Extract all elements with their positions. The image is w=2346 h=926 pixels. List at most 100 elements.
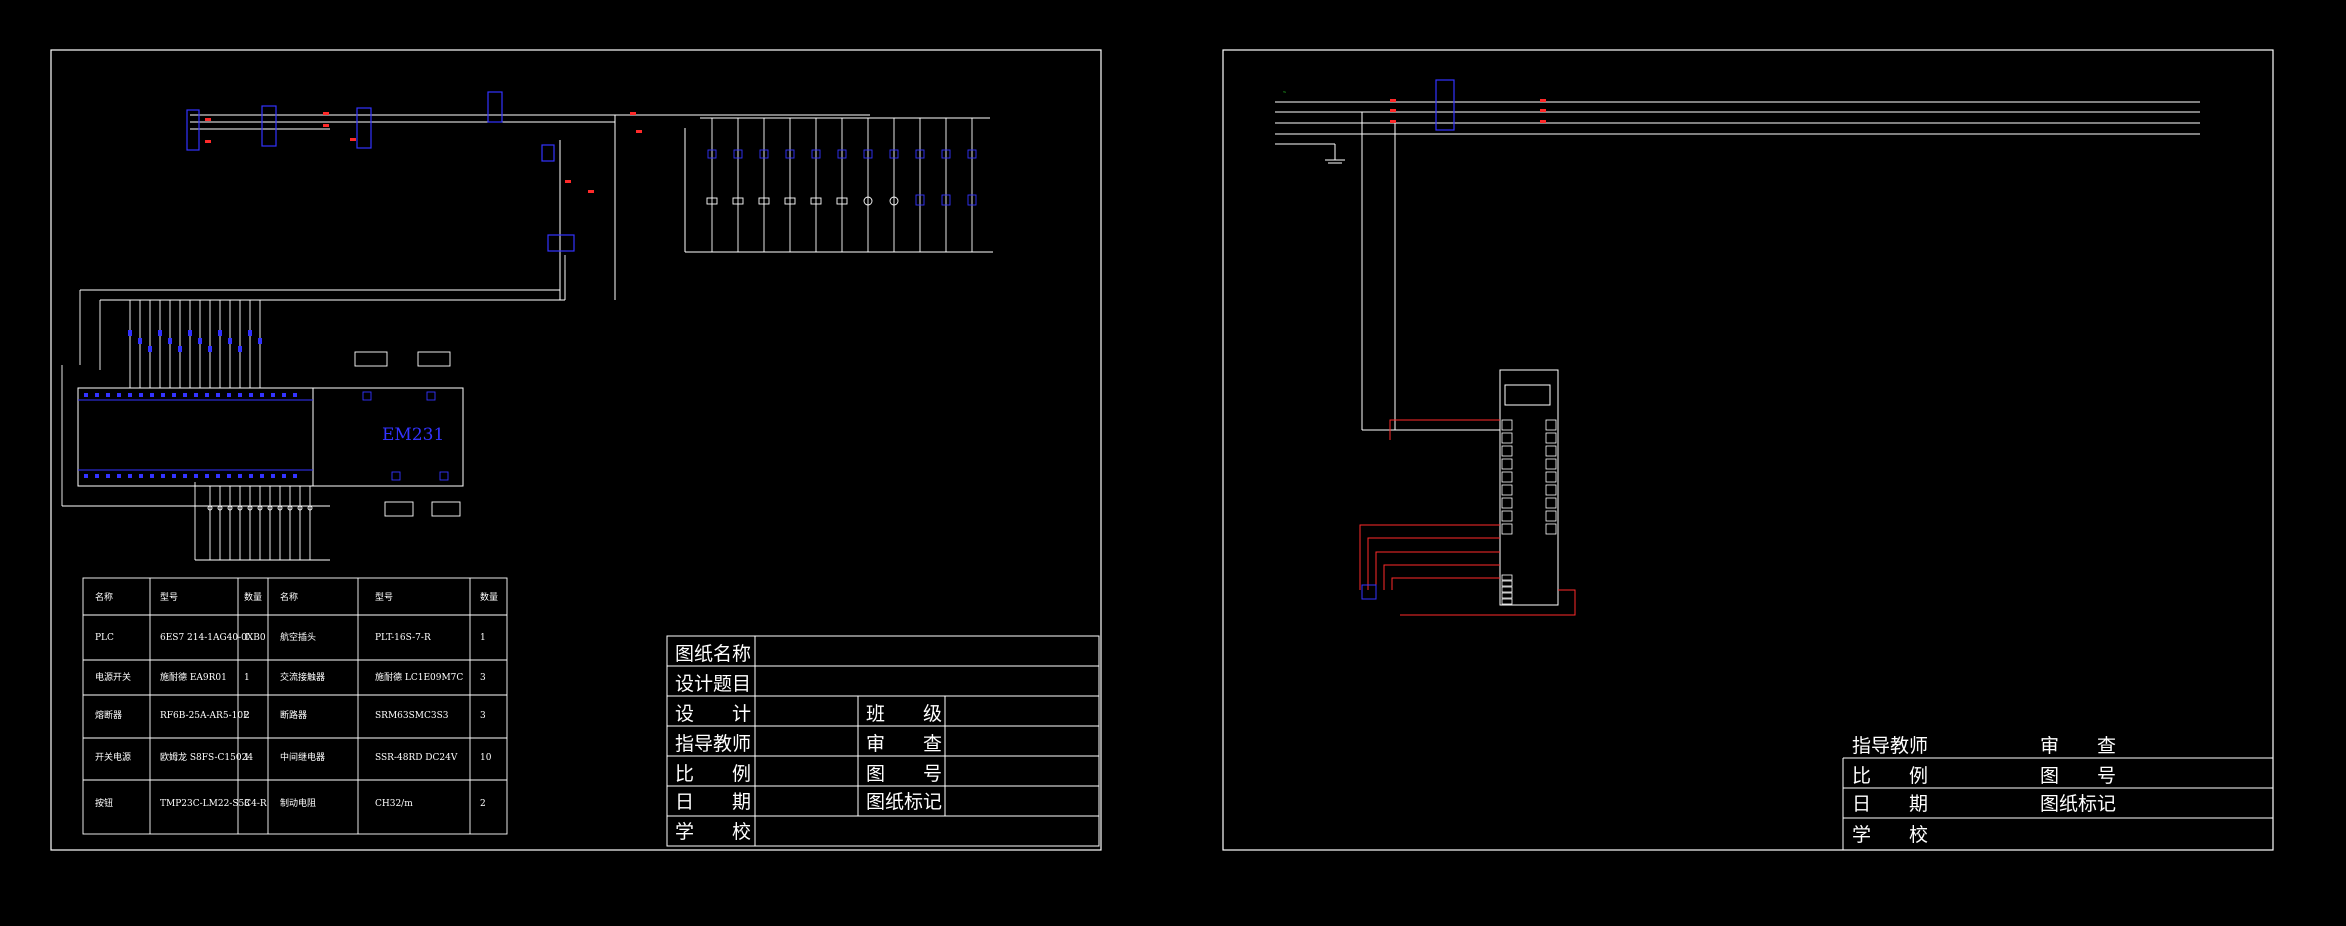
plc-terminal xyxy=(84,393,88,397)
inverter-terminal xyxy=(1501,484,1513,496)
em231-label: EM231 xyxy=(382,425,444,445)
inverter-terminal xyxy=(1545,497,1557,509)
wire-label xyxy=(205,118,211,121)
plc-terminal xyxy=(194,393,198,397)
sheet-2: ~ 指导教师 审 查 比 例 图 号 日 期 图纸标记 学 校 xyxy=(1222,49,2274,851)
inverter-terminal xyxy=(1501,432,1513,444)
sheet2-red-labels xyxy=(1390,99,1546,123)
wire-label xyxy=(323,124,329,127)
tb1-class: 班 级 xyxy=(866,703,942,725)
contactor xyxy=(356,107,372,149)
breaker xyxy=(487,91,503,123)
three-phase-bus xyxy=(1275,101,2200,431)
tb1-instructor: 指导教师 xyxy=(675,733,751,755)
table-cell: 施耐德 EA9R01 xyxy=(160,671,227,683)
inverter-drive xyxy=(1499,369,1559,606)
table-cell: 2 xyxy=(480,799,486,809)
plc-terminal xyxy=(161,474,165,478)
table-cell: 1 xyxy=(480,633,486,643)
plc-terminal xyxy=(117,393,121,397)
table-cell: 3 xyxy=(480,711,486,721)
tb2-review: 审 查 xyxy=(2040,735,2116,757)
plc-terminal xyxy=(128,474,132,478)
components-table xyxy=(82,577,508,835)
plc-terminal xyxy=(150,474,154,478)
tb1-date: 日 期 xyxy=(675,791,751,813)
plc-input-contact xyxy=(218,330,222,336)
inverter-terminals xyxy=(1501,419,1557,605)
table-header-cell: 数量 xyxy=(244,591,262,603)
plc-input-contact xyxy=(258,338,262,344)
plc-terminal xyxy=(227,474,231,478)
plc-terminal xyxy=(183,393,187,397)
plc-terminal xyxy=(172,393,176,397)
table-cell: 开关电源 xyxy=(95,751,131,763)
inverter-control-wiring xyxy=(1359,419,1576,616)
potentiometer xyxy=(1361,584,1377,600)
plc-input-contact xyxy=(178,346,182,352)
table-cell: PLT-16S-7-R xyxy=(375,633,431,643)
plc-input-contact xyxy=(198,338,202,344)
title-block-1-text: 图纸名称 设计题目 设 计 班 级 指导教师 审 查 比 例 图 号 日 期 图… xyxy=(675,643,942,843)
table-cell: 1 xyxy=(244,753,250,763)
tb1-scale: 比 例 xyxy=(675,763,751,785)
inverter-terminal xyxy=(1545,432,1557,444)
inverter-terminal xyxy=(1545,484,1557,496)
plc-terminal xyxy=(216,474,220,478)
tb2-instructor: 指导教师 xyxy=(1852,735,1928,757)
table-cell: SSR-48RD DC24V xyxy=(375,753,458,763)
plc-terminal xyxy=(106,393,110,397)
inverter-terminal xyxy=(1545,445,1557,457)
table-cell: SRM63SMC3S3 xyxy=(375,711,449,721)
table-cell: 制动电阻 xyxy=(280,797,316,809)
table-header-cell: 型号 xyxy=(160,592,178,603)
table-cell: TMP23C-LM22-S5C4-R xyxy=(160,799,267,809)
table-cell: PLC xyxy=(95,633,114,643)
table-cell: 电源开关 xyxy=(95,671,131,683)
inverter-terminal xyxy=(1501,523,1513,535)
wire-label xyxy=(205,140,211,143)
plc-terminal xyxy=(260,474,264,478)
table-cell: RF6B-25A-AR5-10P xyxy=(160,711,249,721)
plc-terminal xyxy=(205,393,209,397)
table-cell: 航空插头 xyxy=(280,631,316,643)
plc-terminal xyxy=(260,393,264,397)
inverter-terminal xyxy=(1545,471,1557,483)
inverter-terminal xyxy=(1501,471,1513,483)
relay xyxy=(541,144,555,162)
tb2-school: 学 校 xyxy=(1852,824,1928,846)
table-cell: 中间继电器 xyxy=(280,751,325,763)
fuse xyxy=(261,105,277,147)
tb2-date: 日 期 xyxy=(1852,793,1928,815)
plc-input-contact xyxy=(208,346,212,352)
plc-terminal xyxy=(106,474,110,478)
plc-input-contact xyxy=(188,330,192,336)
tb2-drawing-mark: 图纸标记 xyxy=(2040,793,2116,815)
inverter-terminal xyxy=(1501,574,1513,581)
table-cell: 按钮 xyxy=(95,797,113,809)
plc-terminal xyxy=(271,393,275,397)
table-cell: 施耐德 LC1E09M7C xyxy=(375,671,463,683)
plc-terminal xyxy=(282,474,286,478)
tb1-drawing-name: 图纸名称 xyxy=(675,643,751,665)
table-cell: 断路器 xyxy=(280,709,307,721)
table-cell: 欧姆龙 S8FS-C15024 xyxy=(160,751,253,763)
sheet-1-frame xyxy=(50,49,1102,851)
tb1-school: 学 校 xyxy=(675,821,751,843)
plc-cpu xyxy=(77,387,314,487)
table-header-cell: 名称 xyxy=(280,591,298,603)
inverter-terminal xyxy=(1545,419,1557,431)
tb1-design: 设 计 xyxy=(675,703,751,725)
title-block-2-text: 指导教师 审 查 比 例 图 号 日 期 图纸标记 学 校 xyxy=(1852,735,2116,846)
branch-circuits xyxy=(706,118,977,252)
table-cell: 交流接触器 xyxy=(280,671,325,683)
table-header-cell: 数量 xyxy=(480,591,498,603)
components-table-text: 名称 型号 数量 名称 型号 数量PLC 6ES7 214-1AG40-0XB01 航空插头 P… xyxy=(95,591,498,809)
plc-terminal xyxy=(128,393,132,397)
wire-label xyxy=(588,190,594,193)
plc-terminal xyxy=(139,474,143,478)
plc-terminal xyxy=(205,474,209,478)
power-components xyxy=(186,91,575,252)
inverter-terminal xyxy=(1545,510,1557,522)
tb2-drawing-no: 图 号 xyxy=(2040,765,2116,787)
